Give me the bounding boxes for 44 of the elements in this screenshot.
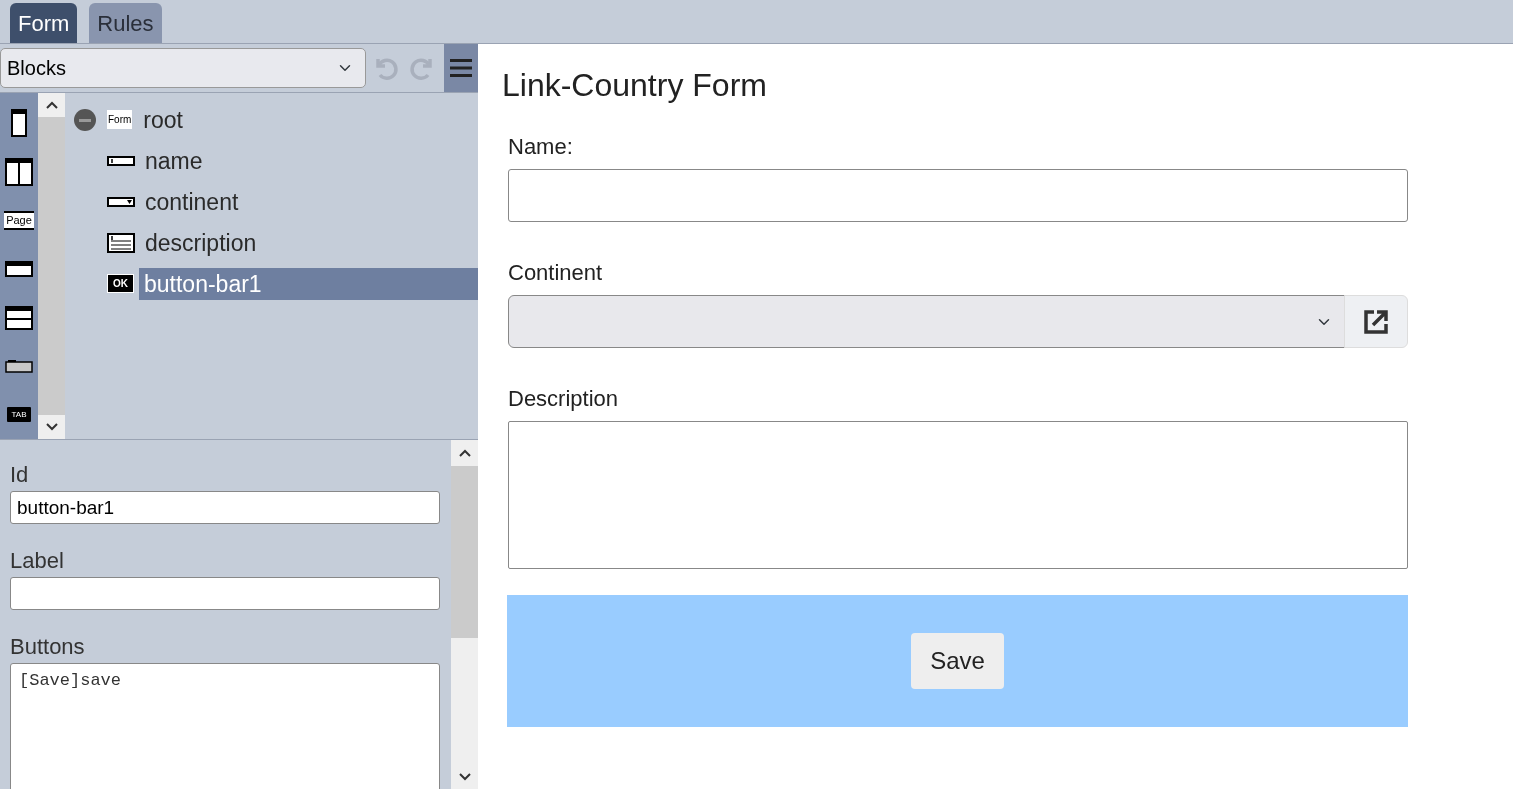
dropdown-field[interactable] xyxy=(508,295,1345,349)
field-label: Continent xyxy=(508,259,604,288)
scroll-up-icon[interactable] xyxy=(458,449,471,457)
row-block-icon xyxy=(5,261,33,277)
scroll-up-icon[interactable] xyxy=(45,101,58,109)
scrollbar[interactable] xyxy=(38,93,65,439)
scrollbar[interactable] xyxy=(451,440,478,789)
text-field-icon xyxy=(107,154,135,167)
scroll-down-icon[interactable] xyxy=(45,423,58,431)
dropdown-field-icon xyxy=(107,195,135,208)
single-column-icon xyxy=(11,109,27,138)
tree-item[interactable]: name xyxy=(140,144,478,177)
tab[interactable]: Form xyxy=(10,3,78,43)
form-title: Link-Country Form xyxy=(502,66,768,105)
text-field[interactable] xyxy=(10,577,440,610)
open-link-button[interactable] xyxy=(1344,295,1408,349)
field-label: Buttons xyxy=(10,633,86,661)
buttons-field[interactable]: [Save]save xyxy=(10,663,440,789)
block-select[interactable]: Blocks xyxy=(0,48,366,88)
external-link-icon xyxy=(1363,308,1389,335)
tree-item[interactable]: description xyxy=(140,226,478,259)
tree-item[interactable]: button-bar1 xyxy=(139,267,478,300)
field-label: Description xyxy=(508,385,620,414)
field-label: Name: xyxy=(508,133,574,162)
palette-button[interactable]: TAB xyxy=(3,390,35,440)
text-area-icon xyxy=(107,232,135,253)
circle-icon xyxy=(73,107,97,132)
save-button[interactable]: Save xyxy=(911,633,1004,690)
palette-button[interactable]: Page xyxy=(3,196,35,245)
panel-block-icon xyxy=(5,359,33,374)
tab[interactable]: Rules xyxy=(89,3,162,43)
menu-button[interactable] xyxy=(444,44,478,92)
text-field[interactable]: button-bar1 xyxy=(10,491,440,524)
two-row-icon xyxy=(5,305,33,330)
menu-icon xyxy=(450,58,472,78)
two-column-icon xyxy=(5,157,33,186)
field-label: Id xyxy=(10,461,30,489)
field-label: Label xyxy=(10,547,65,575)
tree-item[interactable]: continent xyxy=(140,185,478,218)
form-badge: Form xyxy=(107,110,133,129)
text-field[interactable] xyxy=(508,169,1408,223)
tree-item[interactable]: root xyxy=(138,103,478,136)
scroll-down-icon[interactable] xyxy=(458,773,471,781)
ok-badge: OK xyxy=(107,274,134,293)
